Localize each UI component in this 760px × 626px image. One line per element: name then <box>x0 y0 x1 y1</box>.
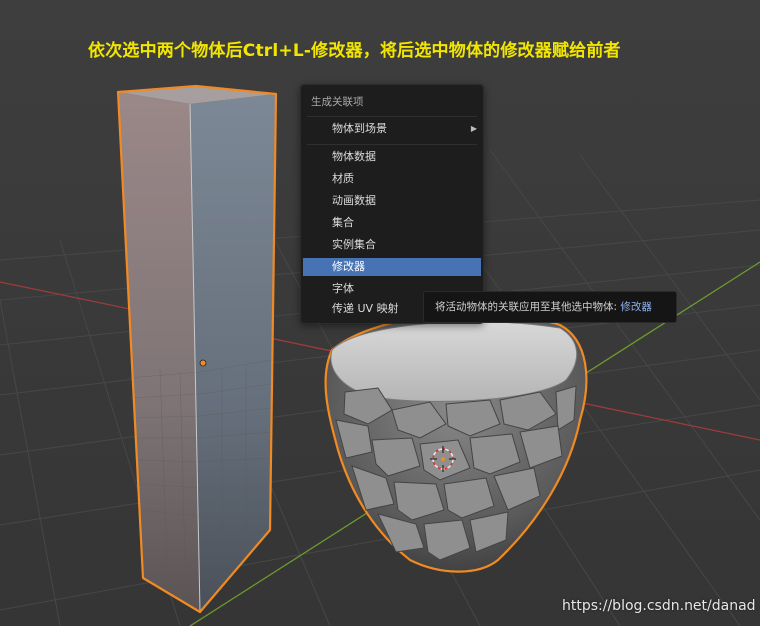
make-links-menu: 生成关联项 物体到场景 ▶ 物体数据 材质 动画数据 集合 实例集合 修改器 字… <box>300 84 484 324</box>
tall-box-object[interactable] <box>116 84 278 614</box>
modifier-tooltip: 将活动物体的关联应用至其他选中物体: 修改器 <box>423 291 677 323</box>
tooltip-text: 将活动物体的关联应用至其他选中物体: <box>435 301 621 313</box>
watermark: https://blog.csdn.net/danad <box>562 598 756 614</box>
menu-divider <box>307 144 477 145</box>
menu-title: 生成关联项 <box>311 96 364 108</box>
menu-item-animation-data[interactable]: 动画数据 <box>303 192 481 210</box>
menu-item-label: 物体到场景 <box>332 122 387 135</box>
menu-item-collections[interactable]: 集合 <box>303 214 481 232</box>
3d-viewport[interactable]: 依次选中两个物体后Ctrl+L-修改器，将后选中物体的修改器赋给前者 生成关联项… <box>0 0 760 626</box>
submenu-arrow-icon: ▶ <box>470 124 477 133</box>
menu-item-object-data[interactable]: 物体数据 <box>303 148 481 166</box>
menu-item-materials[interactable]: 材质 <box>303 170 481 188</box>
menu-item-link-to-scene[interactable]: 物体到场景 ▶ <box>303 120 481 138</box>
menu-divider <box>307 116 477 117</box>
menu-item-modifiers[interactable]: 修改器 <box>303 258 481 276</box>
menu-item-instance-collection[interactable]: 实例集合 <box>303 236 481 254</box>
object-origin-dot <box>199 359 207 367</box>
tutorial-annotation: 依次选中两个物体后Ctrl+L-修改器，将后选中物体的修改器赋给前者 <box>88 41 621 61</box>
tooltip-highlight: 修改器 <box>620 301 652 313</box>
